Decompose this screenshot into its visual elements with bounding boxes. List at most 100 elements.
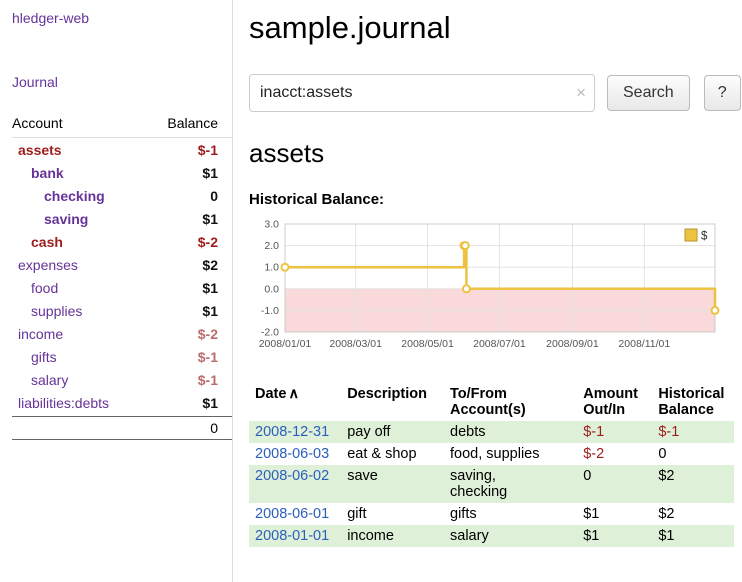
register-amount: 0: [577, 465, 652, 503]
register-description: gift: [341, 503, 444, 525]
svg-text:$: $: [701, 231, 708, 243]
register-header-balance: Historical Balance: [652, 383, 734, 421]
register-header-row: Date∧ Description To/From Account(s) Amo…: [249, 383, 734, 421]
account-row: gifts $-1: [12, 345, 232, 368]
register-amount: $-1: [577, 421, 652, 443]
svg-text:0.0: 0.0: [264, 283, 279, 295]
account-link[interactable]: gifts: [12, 349, 57, 365]
svg-text:2008/05/01: 2008/05/01: [401, 338, 454, 350]
account-link[interactable]: bank: [12, 165, 64, 181]
account-link[interactable]: supplies: [12, 303, 82, 319]
svg-text:3.0: 3.0: [264, 219, 279, 231]
svg-text:2008/01/01: 2008/01/01: [259, 338, 312, 350]
register-date-link[interactable]: 2008-12-31: [249, 421, 341, 443]
register-balance: $2: [652, 465, 734, 503]
register-table: Date∧ Description To/From Account(s) Amo…: [249, 383, 734, 547]
clear-search-icon[interactable]: ×: [576, 84, 586, 101]
svg-text:-2.0: -2.0: [261, 327, 279, 339]
account-row: cash $-2: [12, 230, 232, 253]
account-link[interactable]: food: [12, 280, 58, 296]
app: hledger-web Journal Account Balance asse…: [0, 0, 742, 582]
register-date-link[interactable]: 2008-06-03: [249, 443, 341, 465]
account-row: income $-2: [12, 322, 232, 345]
register-accounts: salary: [444, 525, 577, 547]
register-header-amount: Amount Out/In: [577, 383, 652, 421]
account-link[interactable]: income: [12, 326, 63, 342]
account-link[interactable]: cash: [12, 234, 63, 250]
account-balance: $-1: [198, 372, 218, 388]
account-balance: 0: [210, 188, 218, 204]
account-row: assets $-1: [12, 138, 232, 161]
account-balance: $1: [202, 211, 218, 227]
account-balance: $-1: [198, 349, 218, 365]
help-button[interactable]: ?: [704, 75, 741, 111]
register-amount: $1: [577, 525, 652, 547]
svg-text:2008/03/01: 2008/03/01: [329, 338, 382, 350]
register-row: 2008-01-01incomesalary$1$1: [249, 525, 734, 547]
register-balance: $2: [652, 503, 734, 525]
register-date-link[interactable]: 2008-06-01: [249, 503, 341, 525]
register-description: eat & shop: [341, 443, 444, 465]
account-row: salary $-1: [12, 368, 232, 391]
svg-text:1.0: 1.0: [264, 262, 279, 274]
accounts-table-header: Account Balance: [12, 112, 232, 138]
register-balance: $-1: [652, 421, 734, 443]
chart-title: Historical Balance:: [249, 191, 734, 208]
accounts-total-value: 0: [210, 420, 218, 436]
register-description: income: [341, 525, 444, 547]
register-row: 2008-06-02savesaving, checking0$2: [249, 465, 734, 503]
account-row: bank $1: [12, 161, 232, 184]
register-accounts: food, supplies: [444, 443, 577, 465]
register-date-link[interactable]: 2008-01-01: [249, 525, 341, 547]
account-row: supplies $1: [12, 299, 232, 322]
main-content: sample.journal × Search ? assets Histori…: [233, 0, 742, 582]
account-balance: $1: [202, 395, 218, 411]
svg-text:2.0: 2.0: [264, 240, 279, 252]
accounts-rows: assets $-1 bank $1 checking 0 saving $1 cash $-2 e…: [12, 138, 232, 414]
sort-ascending-icon: ∧: [288, 386, 299, 402]
account-link[interactable]: assets: [12, 142, 62, 158]
search-box: ×: [249, 74, 595, 112]
register-header-description: Description: [341, 383, 444, 421]
register-row: 2008-12-31pay offdebts$-1$-1: [249, 421, 734, 443]
register-description: pay off: [341, 421, 444, 443]
account-balance: $1: [202, 280, 218, 296]
search-bar: × Search ?: [249, 74, 734, 112]
register-date-link[interactable]: 2008-06-02: [249, 465, 341, 503]
register-balance: 0: [652, 443, 734, 465]
brand-link[interactable]: hledger-web: [12, 10, 232, 26]
register-balance: $1: [652, 525, 734, 547]
register-amount: $-2: [577, 443, 652, 465]
account-balance: $-2: [198, 234, 218, 250]
svg-text:-1.0: -1.0: [261, 305, 279, 317]
account-link[interactable]: checking: [12, 188, 105, 204]
register-header-date[interactable]: Date∧: [249, 383, 341, 421]
account-row: liabilities:debts $1: [12, 391, 232, 414]
account-balance: $1: [202, 303, 218, 319]
account-link[interactable]: expenses: [12, 257, 78, 273]
search-button[interactable]: Search: [607, 75, 690, 111]
accounts-table: Account Balance assets $-1 bank $1 checking 0…: [12, 112, 232, 440]
register-row: 2008-06-03eat & shopfood, supplies$-20: [249, 443, 734, 465]
account-link[interactable]: salary: [12, 372, 68, 388]
register-accounts: debts: [444, 421, 577, 443]
account-row: expenses $2: [12, 253, 232, 276]
page-title: sample.journal: [249, 10, 734, 46]
account-row: food $1: [12, 276, 232, 299]
account-balance: $-2: [198, 326, 218, 342]
account-link[interactable]: liabilities:debts: [12, 395, 109, 411]
register-row: 2008-06-01giftgifts$1$2: [249, 503, 734, 525]
account-row: checking 0: [12, 184, 232, 207]
date-header-label: Date: [255, 386, 286, 402]
register-description: save: [341, 465, 444, 503]
accounts-header-balance: Balance: [167, 115, 218, 131]
sidebar-item-journal[interactable]: Journal: [12, 74, 232, 90]
accounts-header-account: Account: [12, 115, 63, 131]
register-accounts: saving, checking: [444, 465, 577, 503]
account-link[interactable]: saving: [12, 211, 88, 227]
account-balance: $1: [202, 165, 218, 181]
account-balance: $-1: [198, 142, 218, 158]
account-row: saving $1: [12, 207, 232, 230]
search-input[interactable]: [249, 74, 595, 112]
account-balance: $2: [202, 257, 218, 273]
